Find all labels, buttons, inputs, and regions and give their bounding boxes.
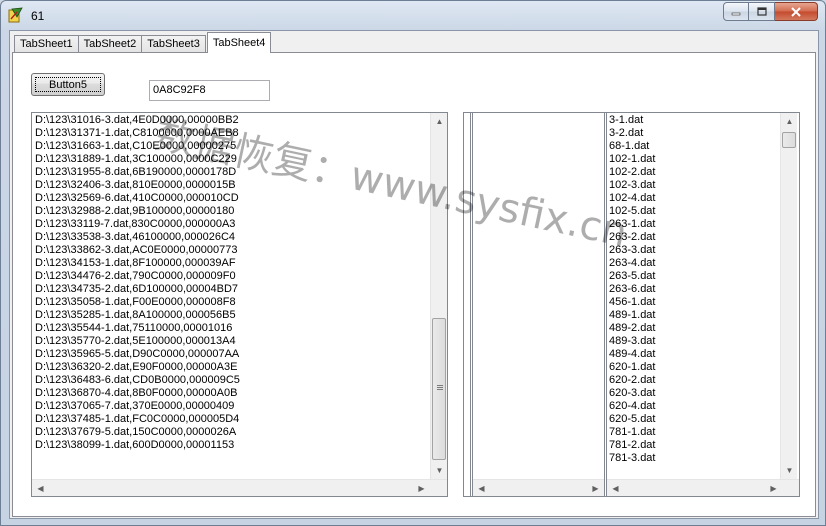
list-item[interactable]: 102-5.dat (609, 205, 655, 218)
memo-lines: D:\123\31016-3.dat,4E0D0000,00000BB2 D:\1… (35, 114, 240, 452)
minimize-icon (731, 12, 741, 15)
memo-line: D:\123\37679-5.dat,150C0000,0000026A (35, 426, 237, 438)
memo-line: D:\123\31955-8.dat,6B190000,0000178D (35, 166, 237, 178)
memo-line: D:\123\36320-2.dat,E90F0000,00000A3E (35, 361, 238, 373)
list-item[interactable]: 620-4.dat (609, 400, 655, 413)
maximize-button[interactable] (749, 2, 775, 21)
list-item[interactable]: 263-5.dat (609, 270, 655, 283)
list-item[interactable]: 620-2.dat (609, 374, 655, 387)
list-item[interactable]: 263-4.dat (609, 257, 655, 270)
memo-line: D:\123\35285-1.dat,8A100000,000056B5 (35, 309, 236, 321)
tab-tabsheet2[interactable]: TabSheet2 (77, 35, 143, 53)
file-list-scroll-thumb[interactable] (782, 132, 796, 148)
file-list[interactable]: 3-1.dat 3-2.dat 68-1.dat 102-1.dat 102-2.dat… (607, 113, 799, 479)
list-item[interactable]: 68-1.dat (609, 140, 655, 153)
list-item[interactable]: 620-1.dat (609, 361, 655, 374)
memo-line: D:\123\38099-1.dat,600D0000,00001153 (35, 439, 235, 451)
minimize-button[interactable] (723, 2, 749, 21)
hex-value-field[interactable]: 0A8C92F8 (149, 80, 270, 101)
scroll-up-icon[interactable]: ▲ (781, 113, 798, 130)
scroll-right-icon[interactable]: ▶ (413, 480, 430, 496)
list-item[interactable]: 489-3.dat (609, 335, 655, 348)
scroll-right-icon[interactable]: ▶ (587, 480, 604, 496)
tab-tabsheet4[interactable]: TabSheet4 (206, 32, 272, 53)
title-bar[interactable]: 61 (1, 1, 825, 29)
memo-line: D:\123\31016-3.dat,4E0D0000,00000BB2 (35, 114, 239, 126)
list-item[interactable]: 102-4.dat (609, 192, 655, 205)
scroll-right-icon[interactable]: ▶ (765, 480, 782, 496)
memo-line: D:\123\32406-3.dat,810E0000,0000015B (35, 179, 236, 191)
memo-line: D:\123\35770-2.dat,5E100000,000013A4 (35, 335, 236, 347)
memo-line: D:\123\35544-1.dat,75110000,00001016 (35, 322, 233, 334)
list-item[interactable]: 263-2.dat (609, 231, 655, 244)
memo-line: D:\123\34476-2.dat,790C0000,000009F0 (35, 270, 236, 282)
list-item[interactable]: 781-2.dat (609, 439, 655, 452)
list-item[interactable]: 102-3.dat (609, 179, 655, 192)
list-item[interactable]: 102-1.dat (609, 153, 655, 166)
memo-line: D:\123\32988-2.dat,9B100000,00000180 (35, 205, 235, 217)
list-item[interactable]: 3-1.dat (609, 114, 655, 127)
memo-line: D:\123\31371-1.dat,C8100000,0000AEB8 (35, 127, 239, 139)
memo-vertical-scrollbar[interactable]: ▲ ▼ (430, 113, 447, 479)
scroll-left-icon[interactable]: ◀ (473, 480, 490, 496)
panel-divider (470, 113, 473, 496)
tab-page: Button5 0A8C92F8 D:\123\31016-3.dat,4E0D… (12, 52, 816, 517)
file-list-panel: ◀ ▶ 3-1.dat 3-2.dat 68-1.dat 102-1.dat 102-2… (463, 112, 800, 497)
scroll-left-icon[interactable]: ◀ (607, 480, 624, 496)
list-item[interactable]: 263-6.dat (609, 283, 655, 296)
memo-line: D:\123\34153-1.dat,8F100000,000039AF (35, 257, 236, 269)
memo-line: D:\123\34735-2.dat,6D100000,00004BD7 (35, 283, 239, 295)
list-item[interactable]: 489-1.dat (609, 309, 655, 322)
scroll-down-icon[interactable]: ▼ (781, 462, 798, 479)
tab-tabsheet1[interactable]: TabSheet1 (14, 35, 79, 53)
memo-line: D:\123\31889-1.dat,3C100000,0000C229 (35, 153, 237, 165)
file-list-vertical-scrollbar[interactable]: ▲ ▼ (780, 113, 797, 479)
list-item[interactable]: 781-3.dat (609, 452, 655, 465)
close-icon (791, 6, 801, 17)
memo-line: D:\123\37485-1.dat,FC0C0000,000005D4 (35, 413, 240, 425)
list-item[interactable]: 263-3.dat (609, 244, 655, 257)
focus-rect (35, 77, 101, 92)
file-list-items: 3-1.dat 3-2.dat 68-1.dat 102-1.dat 102-2.dat… (609, 114, 655, 465)
window-title: 61 (31, 9, 45, 23)
button5[interactable]: Button5 (31, 73, 105, 96)
result-memo[interactable]: D:\123\31016-3.dat,4E0D0000,00000BB2 D:\1… (31, 112, 448, 497)
list-item[interactable]: 3-2.dat (609, 127, 655, 140)
maximize-icon (756, 6, 767, 16)
memo-line: D:\123\33538-3.dat,46100000,000026C4 (35, 231, 236, 243)
list-item[interactable]: 489-2.dat (609, 322, 655, 335)
list-item[interactable]: 620-5.dat (609, 413, 655, 426)
scroll-left-icon[interactable]: ◀ (32, 480, 49, 496)
scroll-down-icon[interactable]: ▼ (431, 462, 447, 479)
list-item[interactable]: 489-4.dat (609, 348, 655, 361)
memo-line: D:\123\33862-3.dat,AC0E0000,00000773 (35, 244, 238, 256)
memo-line: D:\123\37065-7.dat,370E0000,00000409 (35, 400, 235, 412)
app-window: 61 TabSheet1 TabSheet2 TabSheet3 TabShee… (0, 0, 826, 526)
memo-line: D:\123\35058-1.dat,F00E0000,000008F8 (35, 296, 236, 308)
tab-strip: TabSheet1 TabSheet2 TabSheet3 TabSheet4 (14, 32, 272, 53)
list-item[interactable]: 263-1.dat (609, 218, 655, 231)
memo-line: D:\123\35965-5.dat,D90C0000,000007AA (35, 348, 240, 360)
app-icon (8, 7, 23, 23)
left-pane-horizontal-scrollbar[interactable]: ◀ ▶ (473, 479, 604, 496)
close-button[interactable] (775, 2, 818, 21)
memo-horizontal-scrollbar[interactable]: ◀ ▶ (32, 479, 447, 496)
memo-line: D:\123\31663-1.dat,C10E0000,00000275 (35, 140, 237, 152)
memo-line: D:\123\36870-4.dat,8B0F0000,00000A0B (35, 387, 238, 399)
client-area: TabSheet1 TabSheet2 TabSheet3 TabSheet4 … (9, 30, 819, 519)
memo-line: D:\123\33119-7.dat,830C0000,000000A3 (35, 218, 236, 230)
tab-tabsheet3[interactable]: TabSheet3 (141, 35, 206, 53)
memo-line: D:\123\36483-6.dat,CD0B0000,000009C5 (35, 374, 240, 386)
list-item[interactable]: 781-1.dat (609, 426, 655, 439)
file-list-horizontal-scrollbar[interactable]: ◀ ▶ (607, 479, 799, 496)
scroll-up-icon[interactable]: ▲ (431, 113, 447, 130)
list-item[interactable]: 456-1.dat (609, 296, 655, 309)
caption-buttons (723, 2, 818, 21)
list-item[interactable]: 620-3.dat (609, 387, 655, 400)
memo-scroll-thumb[interactable] (432, 318, 446, 460)
memo-line: D:\123\32569-6.dat,410C0000,000010CD (35, 192, 239, 204)
list-item[interactable]: 102-2.dat (609, 166, 655, 179)
